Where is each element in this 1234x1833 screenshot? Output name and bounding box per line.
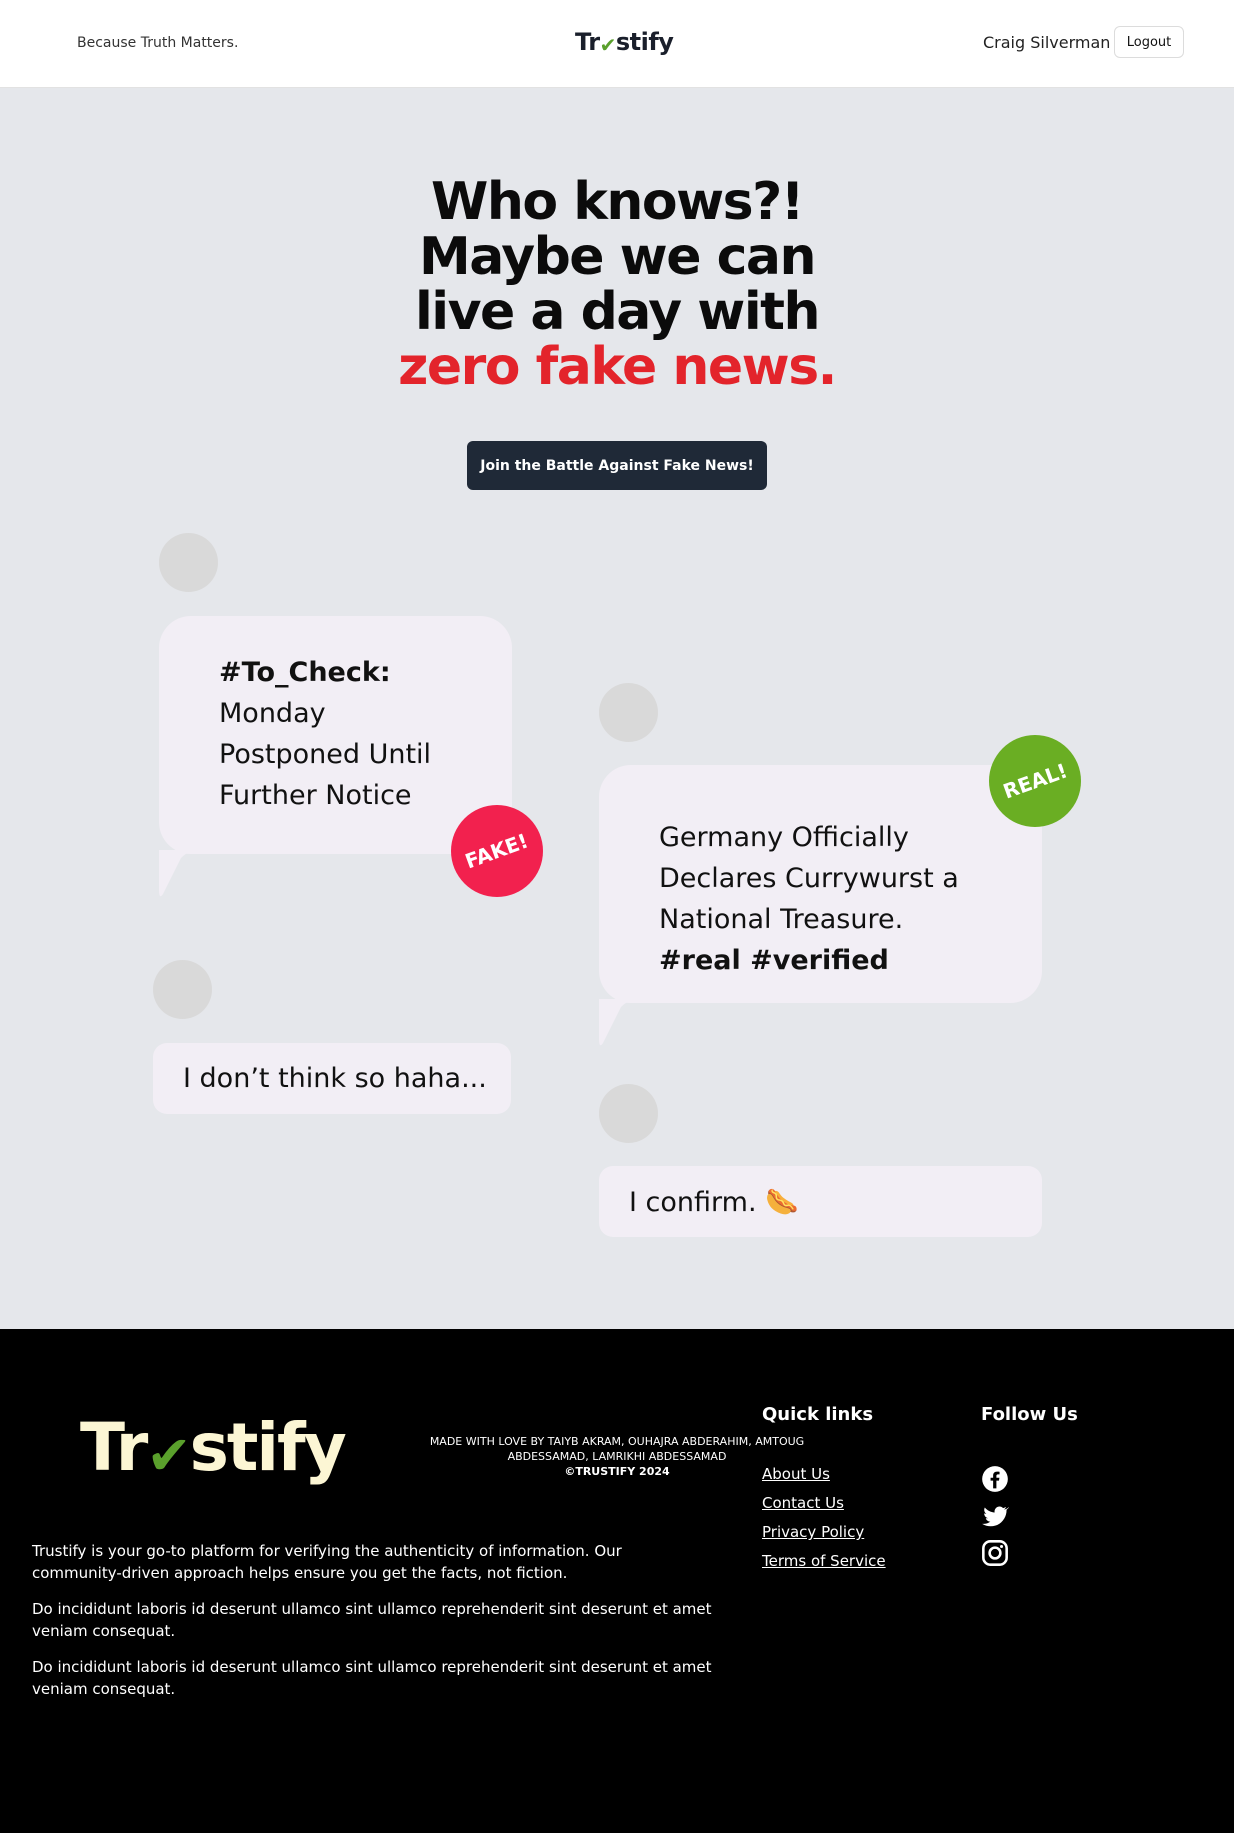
credits: MADE WITH LOVE BY TAIYB AKRAM, OUHAJRA A… [0, 1434, 1234, 1479]
bubble-real-line: Germany Officially [659, 822, 909, 853]
footer-description: Trustify is your go-to platform for veri… [32, 1542, 622, 1582]
join-battle-button[interactable]: Join the Battle Against Fake News! [467, 441, 767, 490]
bubble-real-line: Declares Currywurst a [659, 863, 959, 894]
chat-bubble-real: Germany Officially Declares Currywurst a… [599, 765, 1042, 1003]
hero-line-accent: zero fake news. [398, 337, 837, 397]
avatar [159, 533, 218, 592]
credits-line: ABDESSAMAD, LAMRIKHI ABDESSAMAD [507, 1450, 727, 1463]
twitter-icon[interactable] [981, 1502, 1009, 1530]
bubble-fake-tag: #To_Check: [219, 657, 391, 688]
instagram-icon[interactable] [981, 1539, 1009, 1567]
chat-bubble-fake: #To_Check: Monday Postponed Until Furthe… [159, 616, 512, 854]
avatar [599, 1084, 658, 1143]
check-icon: ✔ [599, 33, 617, 57]
bubble-real-tag: #real #verified [659, 945, 889, 976]
bubble-fake-line: Monday [219, 698, 326, 729]
logo-text-right: stify [615, 28, 674, 56]
bubble-fake-line: Postponed Until [219, 739, 432, 770]
hero-line-3: live a day with [414, 282, 821, 342]
privacy-policy-link[interactable]: Privacy Policy [762, 1523, 864, 1541]
bubble-fake-text: #To_Check: Monday Postponed Until Furthe… [219, 652, 499, 816]
real-stamp-label: REAL! [999, 758, 1071, 804]
username: Craig Silverman [983, 33, 1111, 52]
fake-stamp-label: FAKE! [462, 828, 532, 874]
hero-line-1: Who knows?! [431, 172, 804, 232]
hero-line-2: Maybe we can [418, 227, 817, 287]
logout-button[interactable]: Logout [1114, 26, 1184, 58]
avatar [153, 960, 212, 1019]
fake-stamp: FAKE! [451, 805, 543, 897]
contact-us-link[interactable]: Contact Us [762, 1494, 844, 1512]
real-stamp: REAL! [989, 735, 1081, 827]
hero-headline: Who knows?! Maybe we can live a day with… [0, 175, 1234, 395]
bubble-real-text: Germany Officially Declares Currywurst a… [659, 817, 1029, 981]
footer-paragraph: Do incididunt laboris id deserunt ullamc… [32, 1600, 712, 1640]
bubble-tail [159, 850, 219, 897]
credits-line: MADE WITH LOVE BY TAIYB AKRAM, OUHAJRA A… [429, 1435, 805, 1448]
terms-of-service-link[interactable]: Terms of Service [762, 1552, 886, 1570]
avatar [599, 683, 658, 742]
footer: Tr✔stify Trustify is your go-to platform… [0, 1329, 1234, 1833]
bubble-real-line: National Treasure. [659, 904, 904, 935]
site-logo[interactable]: Tr✔stify [575, 28, 674, 57]
bubble-fake-line: Further Notice [219, 780, 412, 811]
copyright: ©TRUSTIFY 2024 [564, 1465, 670, 1478]
top-header: Because Truth Matters. Tr✔stify Craig Si… [0, 0, 1234, 88]
follow-us-title: Follow Us [981, 1404, 1078, 1425]
footer-paragraph: Do incididunt laboris id deserunt ullamc… [32, 1658, 712, 1698]
reply-bubble: I confirm. 🌭 [599, 1166, 1042, 1237]
bubble-tail [599, 999, 659, 1046]
logo-text-left: Tr [575, 28, 600, 56]
tagline: Because Truth Matters. [77, 35, 239, 51]
quick-links-title: Quick links [762, 1404, 874, 1425]
reply-bubble: I don’t think so haha... [153, 1043, 511, 1114]
